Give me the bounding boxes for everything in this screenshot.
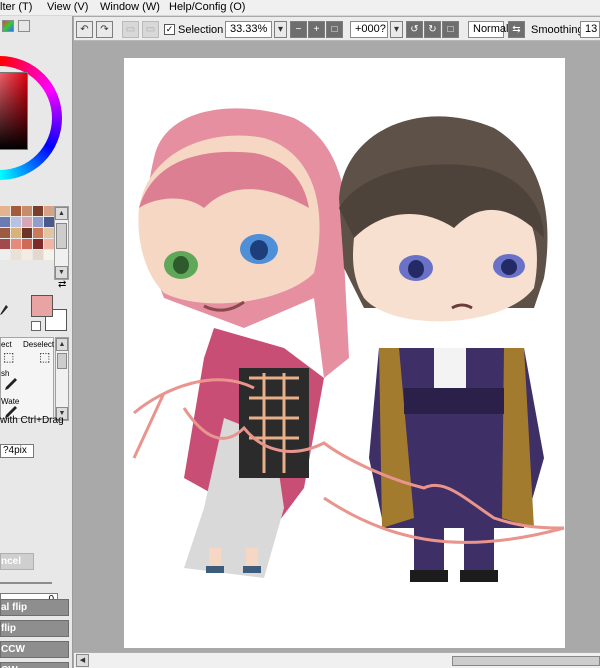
rotate-left-icon[interactable]: ↺ — [406, 21, 423, 38]
scroll-left-arrow-icon[interactable]: ◀ — [76, 654, 89, 667]
color-mode-button[interactable] — [2, 20, 14, 32]
color-mode-button-2[interactable] — [18, 20, 30, 32]
tool-scroll-up-icon[interactable]: ▲ — [56, 338, 68, 351]
rotation-reset-icon[interactable]: □ — [442, 21, 459, 38]
zoom-out-icon[interactable]: − — [290, 21, 307, 38]
tool-grid: ect Deselect ⬚ ⬚ sh Wate — [0, 337, 54, 419]
scroll-up-arrow-icon[interactable]: ▲ — [55, 207, 68, 220]
menu-filter[interactable]: lter (T) — [0, 1, 32, 13]
zoom-in-icon[interactable]: + — [308, 21, 325, 38]
drawing-canvas[interactable] — [124, 58, 565, 648]
selection-label: Selection — [178, 24, 224, 36]
menu-view[interactable]: View (V) — [47, 1, 88, 13]
zoom-field[interactable]: 33.33% — [225, 21, 272, 38]
select-tool-icon[interactable]: ⬚ — [3, 350, 14, 364]
menu-window[interactable]: Window (W) — [100, 1, 160, 13]
left-tool-panel: ▲ ▼ ⇄ ect Deselect ⬚ ⬚ sh Wate ▲ ▼ with … — [0, 16, 73, 668]
foreground-color-box[interactable] — [31, 295, 53, 317]
brush-tool-icon[interactable] — [5, 378, 17, 392]
color-swatch-grid[interactable] — [0, 206, 54, 276]
smoothing-field[interactable]: 13 — [580, 21, 600, 38]
deselect-tool-icon[interactable]: ⬚ — [39, 350, 50, 364]
horizontal-flip-button[interactable]: al flip — [0, 599, 69, 616]
canvas-horizontal-scrollbar[interactable]: ◀ — [74, 652, 600, 668]
rotation-dropdown-icon[interactable]: ▾ — [390, 21, 403, 38]
canvas-area[interactable] — [77, 41, 600, 652]
zoom-reset-icon[interactable]: □ — [326, 21, 343, 38]
paint-tool-sai-window: lter (T) View (V) Window (W) Help/Config… — [0, 0, 600, 668]
menu-help-config[interactable]: Help/Config (O) — [169, 1, 245, 13]
scroll-down-arrow-icon[interactable]: ▼ — [55, 266, 68, 279]
tool-deselect-label[interactable]: Deselect — [23, 340, 54, 349]
tool-brush-label[interactable]: sh — [1, 369, 9, 378]
invert-selection-icon[interactable]: ▭ — [142, 21, 159, 38]
redo-icon[interactable]: ↷ — [96, 21, 113, 38]
selection-checkbox[interactable]: ✓ — [164, 24, 175, 35]
canvas-scroll-thumb[interactable] — [452, 656, 600, 666]
rotate-cw-button[interactable]: CW — [0, 662, 69, 668]
tool-scrollbar[interactable]: ▲ ▼ — [55, 337, 69, 421]
chibi-artwork — [132, 108, 565, 582]
brown-hair-character — [339, 116, 548, 582]
vertical-flip-button[interactable]: flip — [0, 620, 69, 637]
tool-scroll-thumb[interactable] — [57, 353, 67, 369]
eyedropper-icon[interactable] — [0, 305, 8, 315]
undo-icon[interactable]: ↶ — [76, 21, 93, 38]
value-slider[interactable] — [0, 582, 52, 584]
menu-bar: lter (T) View (V) Window (W) Help/Config… — [0, 0, 600, 16]
rotation-field[interactable]: +000? — [350, 21, 388, 38]
rotate-right-icon[interactable]: ↻ — [424, 21, 441, 38]
tool-select-label[interactable]: ect — [1, 340, 12, 349]
pink-hair-character — [138, 108, 349, 578]
smoothing-label: Smoothing — [531, 24, 584, 36]
saturation-value-square[interactable] — [0, 72, 28, 150]
deselect-icon[interactable]: ▭ — [122, 21, 139, 38]
rotate-ccw-button[interactable]: CCW — [0, 641, 69, 658]
blend-mode-select[interactable]: Normal — [468, 21, 508, 38]
reset-colors-icon[interactable] — [31, 321, 41, 331]
swatch-scroll-thumb[interactable] — [56, 223, 67, 249]
top-toolbar: ↶ ↷ ▭ ▭ ✓ Selection 33.33% ▾ − + □ +000?… — [74, 17, 600, 41]
zoom-dropdown-icon[interactable]: ▾ — [274, 21, 287, 38]
brush-size-field[interactable]: ?4pix — [0, 444, 34, 458]
cancel-button[interactable]: ncel — [0, 553, 34, 570]
swatch-scrollbar[interactable]: ▲ ▼ — [54, 206, 69, 280]
flip-view-icon[interactable]: ⇆ — [508, 21, 525, 38]
ctrl-drag-hint: with Ctrl+Drag — [0, 415, 64, 426]
swap-colors-icon[interactable]: ⇄ — [58, 279, 66, 290]
tool-water-label[interactable]: Wate — [1, 397, 19, 406]
